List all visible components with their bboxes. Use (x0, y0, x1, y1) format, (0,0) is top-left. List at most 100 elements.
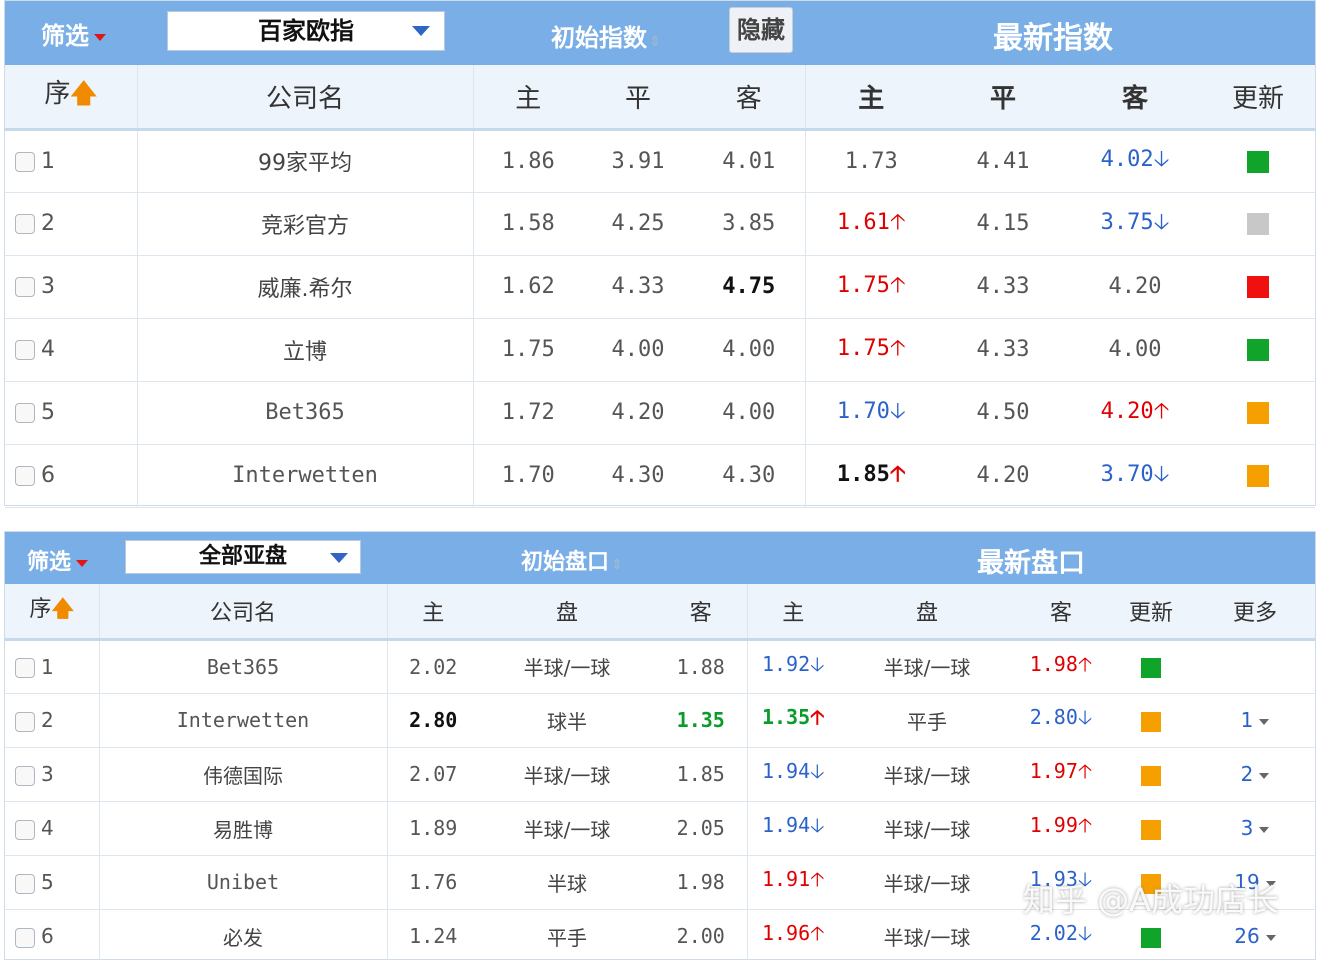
row-checkbox[interactable] (15, 403, 35, 423)
row-seq: 1 (41, 654, 54, 679)
latest-line: 半球/一球 (839, 801, 1015, 856)
latest-home: 1.73 (805, 129, 937, 193)
latest-away: 4.00 (1069, 318, 1201, 382)
col-latest-away: 客 (1015, 584, 1107, 641)
table-row: 3 威廉.希尔 1.62 4.33 4.75 1.75🡡 4.33 4.20 (5, 255, 1315, 319)
latest-line: 半球/一球 (839, 909, 1015, 960)
latest-home: 1.85🡡 (805, 444, 937, 508)
row-checkbox[interactable] (15, 658, 35, 678)
arrow-down-icon: 🡣 (1153, 209, 1170, 235)
latest-line: 半球/一球 (839, 747, 1015, 802)
initial-handicap-sort[interactable]: 初始盘口 ⇕ (521, 544, 623, 576)
latest-away: 1.98🡡 (1015, 639, 1107, 694)
latest-line: 半球/一球 (839, 855, 1015, 910)
row-seq: 3 (41, 274, 55, 299)
sort-up-arrow-icon: 🡅 (70, 79, 98, 110)
initial-odds-sort[interactable]: 初始指数 ⇕ (551, 18, 661, 53)
row-seq: 2 (41, 211, 55, 236)
init-home: 2.02 (386, 639, 479, 694)
row-checkbox[interactable] (15, 819, 35, 840)
more-dropdown[interactable]: 3 (1195, 801, 1315, 856)
col-latest-line: 盘 (839, 584, 1015, 641)
select-value: 全部亚盘 (198, 544, 287, 569)
row-seq: 4 (41, 337, 55, 362)
row-checkbox[interactable] (15, 277, 35, 297)
update-cell (1201, 318, 1315, 382)
update-cell (1201, 255, 1315, 319)
arrow-up-icon: 🡡 (810, 867, 825, 891)
col-update: 更新 (1201, 65, 1315, 131)
odds-table-1: 序🡅 公司名 主 平 客 主 平 客 更新 1 99家平均 1.86 3.91 … (5, 65, 1315, 508)
odds-panel-european: 筛选 百家欧指 初始指数 ⇕ 隐藏 最新指数 序🡅 公司名 主 平 客 主 平 客… (4, 0, 1316, 508)
row-seq: 5 (41, 870, 54, 894)
row-seq: 2 (41, 708, 54, 732)
col-latest-away: 客 (1069, 65, 1201, 131)
latest-away: 4.20 (1069, 255, 1201, 319)
odds-type-select[interactable]: 百家欧指 (167, 11, 445, 51)
row-checkbox[interactable] (15, 466, 35, 486)
latest-home: 1.91🡡 (747, 855, 839, 910)
arrow-up-icon: 🡡 (889, 335, 906, 361)
company-name: Bet365 (98, 639, 387, 694)
more-dropdown[interactable]: 1 (1195, 693, 1315, 748)
init-line: 半球/一球 (479, 747, 655, 802)
row-checkbox[interactable] (15, 927, 35, 948)
init-away: 4.01 (693, 129, 806, 193)
arrow-up-icon: 🡡 (1077, 813, 1093, 837)
chevron-down-icon (412, 26, 430, 36)
init-away: 4.75 (693, 255, 806, 319)
init-home: 1.89 (386, 801, 479, 856)
arrow-up-icon: 🡡 (889, 272, 906, 298)
filter-toggle[interactable]: 筛选 (41, 16, 106, 51)
row-checkbox[interactable] (15, 340, 35, 360)
init-draw: 4.30 (583, 444, 693, 508)
row-checkbox[interactable] (15, 765, 35, 786)
init-away: 2.00 (655, 909, 748, 960)
row-checkbox[interactable] (15, 214, 35, 234)
update-status-square (1141, 819, 1161, 840)
col-seq[interactable]: 序🡅 (5, 584, 99, 641)
latest-away: 4.02🡣 (1069, 129, 1201, 193)
more-dropdown[interactable]: 2 (1195, 747, 1315, 802)
init-away: 4.00 (693, 318, 806, 382)
update-cell (1107, 639, 1195, 694)
latest-draw: 4.33 (937, 255, 1069, 319)
latest-odds-label: 最新指数 (993, 21, 1113, 56)
table-row: 1 Bet365 2.02 半球/一球 1.88 1.92🡣 半球/一球 1.9… (5, 639, 1315, 694)
row-checkbox[interactable] (15, 873, 35, 894)
update-status-square (1141, 658, 1161, 678)
latest-away: 3.70🡣 (1069, 444, 1201, 508)
table-header: 序🡅 公司名 主 平 客 主 平 客 更新 (5, 65, 1315, 131)
chevron-down-icon (330, 553, 348, 563)
company-name: Bet365 (136, 381, 473, 445)
latest-home: 1.70🡣 (805, 381, 937, 445)
init-draw: 4.20 (583, 381, 693, 445)
filter-toggle[interactable]: 筛选 (27, 544, 89, 576)
watermark: 知乎 @A成功店长 (1022, 881, 1279, 919)
update-status-square (1141, 711, 1161, 732)
sort-updown-icon: ⇕ (611, 557, 623, 573)
init-home: 1.58 (472, 192, 583, 256)
update-cell (1201, 129, 1315, 193)
arrow-up-icon: 🡡 (889, 461, 906, 487)
update-cell (1201, 192, 1315, 256)
init-away: 3.85 (693, 192, 806, 256)
hide-button[interactable]: 隐藏 (729, 7, 793, 53)
init-line: 平手 (479, 909, 655, 960)
company-name: 99家平均 (136, 129, 473, 193)
arrow-up-icon: 🡡 (889, 209, 906, 235)
col-seq[interactable]: 序🡅 (5, 65, 137, 131)
latest-draw: 4.20 (937, 444, 1069, 508)
latest-draw: 4.33 (937, 318, 1069, 382)
latest-line: 平手 (839, 693, 1015, 748)
row-checkbox[interactable] (15, 151, 35, 172)
arrow-down-icon: 🡣 (1153, 147, 1170, 172)
handicap-type-select[interactable]: 全部亚盘 (125, 540, 361, 574)
init-home: 2.80 (386, 693, 479, 748)
arrow-up-icon: 🡡 (810, 705, 825, 729)
init-away: 1.35 (655, 693, 748, 748)
row-checkbox[interactable] (15, 711, 35, 732)
table-row: 4 立博 1.75 4.00 4.00 1.75🡡 4.33 4.00 (5, 318, 1315, 382)
latest-draw: 4.15 (937, 192, 1069, 256)
table-header: 序🡅 公司名 主 盘 客 主 盘 客 更新 更多 (5, 584, 1315, 641)
